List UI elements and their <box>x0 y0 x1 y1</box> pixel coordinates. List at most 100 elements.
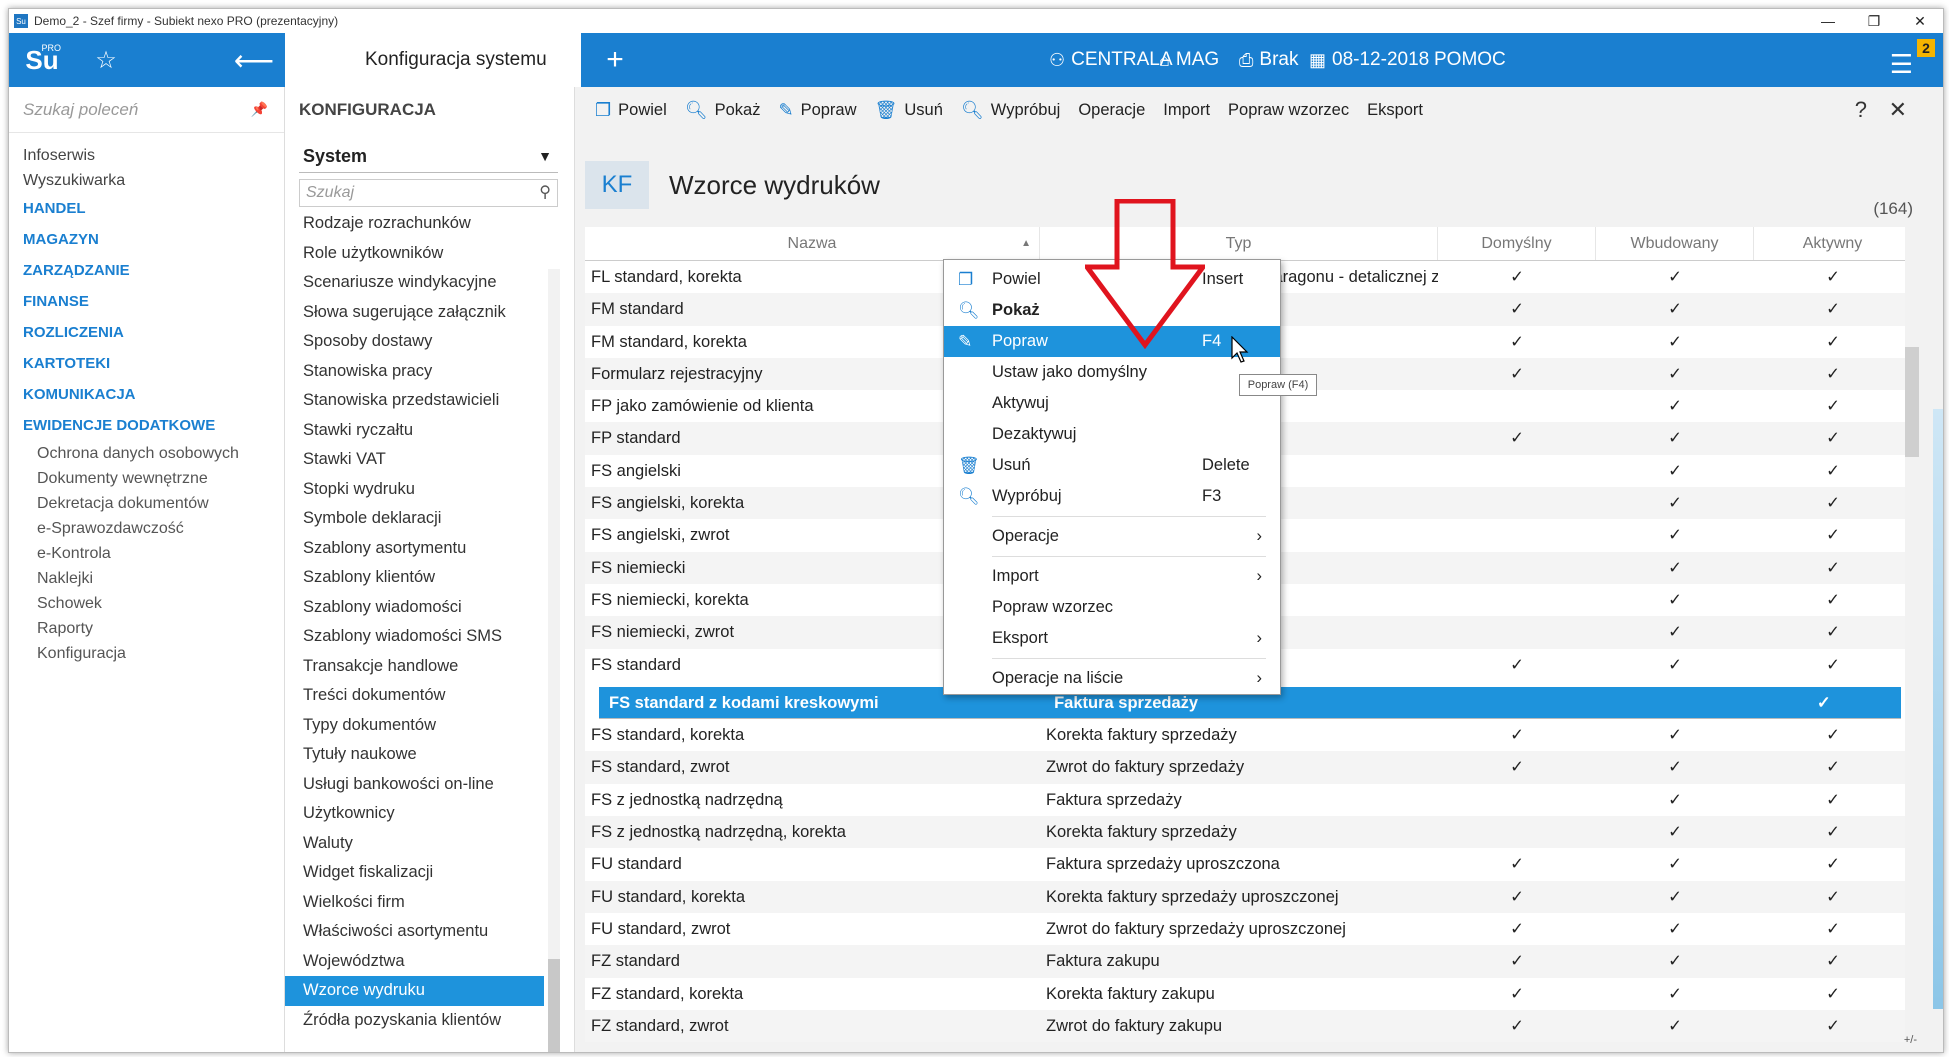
nav-module-magazyn[interactable]: MAGAZYN <box>9 224 284 255</box>
nav-module-finanse[interactable]: FINANSE <box>9 286 284 317</box>
search-icon[interactable]: ⚲ <box>539 180 551 206</box>
config-list-item[interactable]: Źródła pozyskania klientów <box>285 1006 544 1036</box>
column-header-nazwa[interactable]: Nazwa ▲ <box>585 227 1040 260</box>
nav-sub-item[interactable]: Naklejki <box>9 566 284 591</box>
nav-sub-item[interactable]: e-Sprawozdawczość <box>9 516 284 541</box>
nav-item-infoserwis[interactable]: Infoserwis <box>9 143 284 168</box>
powiel-button[interactable]: ❐ Powiel <box>595 100 667 121</box>
nav-sub-item[interactable]: Schowek <box>9 591 284 616</box>
nav-module-rozliczenia[interactable]: ROZLICZENIA <box>9 317 284 348</box>
config-list-item[interactable]: Widget fiskalizacji <box>285 858 544 888</box>
centrala-button[interactable]: ⚇ CENTRALA <box>1049 33 1173 87</box>
popraw-button[interactable]: ✎ Popraw <box>778 100 856 121</box>
config-list-item[interactable]: Wzorce wydruku <box>285 976 544 1006</box>
nav-module-ewidencje[interactable]: EWIDENCJE DODATKOWE <box>9 410 284 441</box>
nav-module-kartoteki[interactable]: KARTOTEKI <box>9 348 284 379</box>
brak-button[interactable]: ⎙ Brak <box>1239 33 1298 87</box>
expand-toggle[interactable]: +/- <box>1904 1034 1917 1046</box>
config-list-item[interactable]: Role użytkowników <box>285 239 544 269</box>
table-row[interactable]: FU standard, zwrot Zwrot do faktury sprze… <box>585 913 1917 945</box>
table-row[interactable]: FS standard, korekta Korekta faktury sprz… <box>585 719 1917 751</box>
nav-module-zarzadzanie[interactable]: ZARZĄDZANIE <box>9 255 284 286</box>
table-row[interactable]: FS z jednostką nadrzędną, korekta Korekta… <box>585 816 1917 849</box>
config-category-select[interactable]: System ▼ <box>299 139 558 173</box>
favorites-star-icon[interactable]: ☆ <box>75 33 137 87</box>
config-list-item[interactable]: Właściwości asortymentu <box>285 917 544 947</box>
config-list-item[interactable]: Sposoby dostawy <box>285 327 544 357</box>
config-list-item[interactable]: Stanowiska przedstawicieli <box>285 386 544 416</box>
table-row[interactable]: FS standard, zwrot Zwrot do faktury sprze… <box>585 751 1917 784</box>
import-button[interactable]: Import <box>1163 101 1210 120</box>
nav-module-handel[interactable]: HANDEL <box>9 193 284 224</box>
column-header-domyslny[interactable]: Domyślny <box>1438 227 1596 260</box>
menu-item-operacje-na-li-cie[interactable]: Operacje na liście › <box>944 663 1280 694</box>
config-list-item[interactable]: Typy dokumentów <box>285 711 544 741</box>
table-row[interactable]: FZ standard, korekta Korekta faktury zaku… <box>585 978 1917 1010</box>
help-button[interactable]: POMOC <box>1434 33 1506 87</box>
table-row[interactable]: FZ standard, zwrot Zwrot do faktury zakup… <box>585 1009 1917 1042</box>
nav-sub-item[interactable]: e-Kontrola <box>9 541 284 566</box>
menu-item-eksport[interactable]: Eksport › <box>944 623 1280 654</box>
config-list-item[interactable]: Symbole deklaracji <box>285 504 544 534</box>
config-search-input[interactable]: Szukaj ⚲ <box>299 179 558 207</box>
config-list-item[interactable]: Usługi bankowości on-line <box>285 770 544 800</box>
nav-sub-item[interactable]: Konfiguracja <box>9 641 284 666</box>
config-list-item[interactable]: Waluty <box>285 829 544 859</box>
table-row[interactable]: FZ standard Faktura zakupu ✓ ✓ ✓ <box>585 945 1917 978</box>
config-list-item[interactable]: Transakcje handlowe <box>285 652 544 682</box>
column-header-wbudowany[interactable]: Wbudowany <box>1596 227 1754 260</box>
config-list-item[interactable]: Słowa sugerujące załącznik <box>285 298 544 328</box>
mag-button[interactable]: ⌂ MAG <box>1159 33 1219 87</box>
config-list-item[interactable]: Szablony asortymentu <box>285 534 544 564</box>
menu-hamburger-icon[interactable]: ☰ <box>1890 49 1913 80</box>
config-list-item[interactable]: Szablony wiadomości <box>285 593 544 623</box>
nav-sub-item[interactable]: Dokumenty wewnętrzne <box>9 466 284 491</box>
config-list-item[interactable]: Wielkości firm <box>285 888 544 918</box>
operacje-button[interactable]: Operacje <box>1078 101 1145 120</box>
menu-item-dezaktywuj[interactable]: Dezaktywuj <box>944 419 1280 450</box>
config-list-item[interactable]: Województwa <box>285 947 544 977</box>
config-list-item[interactable]: Szablony klientów <box>285 563 544 593</box>
scroll-thumb[interactable] <box>1905 347 1919 457</box>
nav-module-komunikacja[interactable]: KOMUNIKACJA <box>9 379 284 410</box>
maximize-icon[interactable]: ❐ <box>1851 9 1897 33</box>
menu-item-aktywuj[interactable]: Aktywuj <box>944 388 1280 419</box>
table-row[interactable]: FS z jednostką nadrzędną Faktura sprzedaż… <box>585 784 1917 816</box>
eksport-button[interactable]: Eksport <box>1367 101 1423 120</box>
grid-scrollbar[interactable] <box>1905 227 1919 1042</box>
menu-item-popraw-wzorzec[interactable]: Popraw wzorzec <box>944 592 1280 623</box>
back-arrow-icon[interactable]: ⟵ <box>229 33 279 87</box>
menu-item-usu-[interactable]: 🗑︎ Usuń Delete <box>944 450 1280 481</box>
notification-badge[interactable]: 2 <box>1917 39 1935 57</box>
menu-item-import[interactable]: Import › <box>944 561 1280 592</box>
table-row[interactable]: FU standard Faktura sprzedaży uproszczona… <box>585 848 1917 880</box>
config-list-item[interactable]: Stawki ryczałtu <box>285 416 544 446</box>
config-list-item[interactable]: Użytkownicy <box>285 799 544 829</box>
minimize-icon[interactable]: — <box>1805 9 1851 33</box>
config-list-item[interactable]: Szablony wiadomości SMS <box>285 622 544 652</box>
usun-button[interactable]: 🗑︎ Usuń <box>875 100 943 121</box>
config-list-item[interactable]: Tytuły naukowe <box>285 740 544 770</box>
date-button[interactable]: ▦ 08-12-2018 <box>1309 33 1429 87</box>
config-list-item[interactable]: Scenariusze windykacyjne <box>285 268 544 298</box>
nav-sub-item[interactable]: Raporty <box>9 616 284 641</box>
close-window-icon[interactable]: ✕ <box>1897 9 1943 33</box>
config-list-item[interactable]: Stopki wydruku <box>285 475 544 505</box>
config-list-item[interactable]: Rodzaje rozrachunków <box>285 209 544 239</box>
app-logo[interactable]: Su PRO <box>9 33 75 87</box>
pin-icon[interactable]: 📌 <box>251 101 268 118</box>
config-scrollbar[interactable] <box>548 269 560 1052</box>
config-list-item[interactable]: Stawki VAT <box>285 445 544 475</box>
config-list-item[interactable]: Treści dokumentów <box>285 681 544 711</box>
scroll-thumb[interactable] <box>548 959 560 1052</box>
nav-item-wyszukiwarka[interactable]: Wyszukiwarka <box>9 168 284 193</box>
command-search-input[interactable]: Szukaj poleceń 📌 <box>9 87 284 133</box>
close-panel-icon[interactable]: ✕ <box>1889 87 1907 133</box>
pokaz-button[interactable]: 🔍︎ Pokaż <box>685 100 761 121</box>
config-list-item[interactable]: Stanowiska pracy <box>285 357 544 387</box>
menu-item-operacje[interactable]: Operacje › <box>944 521 1280 552</box>
nav-sub-item[interactable]: Dekretacja dokumentów <box>9 491 284 516</box>
table-row[interactable]: FU standard, korekta Korekta faktury sprz… <box>585 880 1917 913</box>
wyprobuj-button[interactable]: 🔍︎ Wypróbuj <box>961 100 1060 121</box>
menu-item-ustaw-jako-domy-lny[interactable]: Ustaw jako domyślny <box>944 357 1280 388</box>
